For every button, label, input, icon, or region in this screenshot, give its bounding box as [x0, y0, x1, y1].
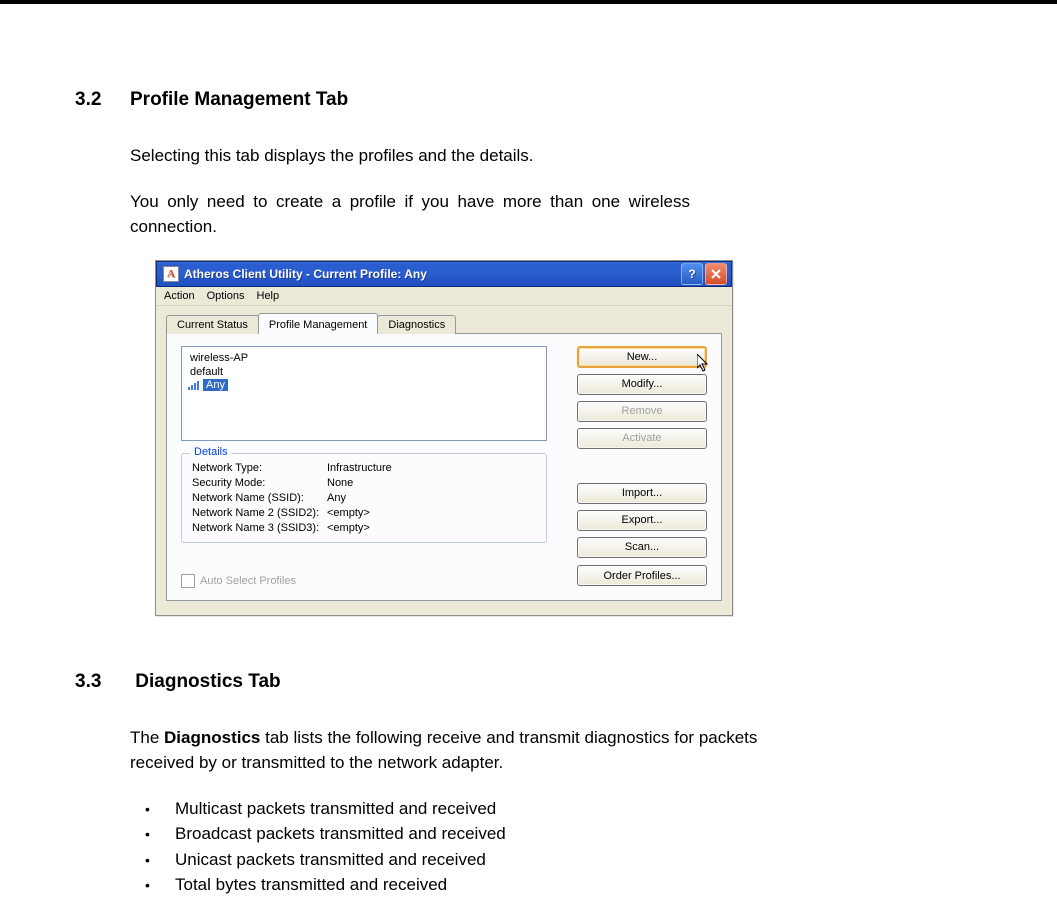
section-3-3-paragraph-1: The Diagnostics tab lists the following …	[130, 725, 770, 776]
profile-listbox[interactable]: wireless-AP default Any	[181, 346, 547, 441]
section-number: 3.2	[75, 89, 130, 111]
signal-icon	[188, 380, 201, 390]
text-run-bold: Diagnostics	[164, 728, 260, 747]
menu-action[interactable]: Action	[164, 290, 195, 302]
auto-select-checkbox[interactable]	[181, 574, 195, 588]
section-title: Diagnostics Tab	[135, 671, 280, 692]
text-run: The	[130, 728, 164, 747]
menu-help[interactable]: Help	[257, 290, 280, 302]
section-3-2-heading: 3.2Profile Management Tab	[75, 89, 957, 111]
diagnostics-list: Multicast packets transmitted and receiv…	[130, 796, 957, 898]
detail-value: Infrastructure	[327, 462, 536, 474]
section-number: 3.3	[75, 671, 130, 693]
tab-strip: Current Status Profile Management Diagno…	[166, 312, 722, 333]
auto-select-label: Auto Select Profiles	[200, 575, 296, 587]
list-item: Multicast packets transmitted and receiv…	[175, 796, 957, 822]
list-item: Unicast packets transmitted and received	[175, 847, 957, 873]
remove-button[interactable]: Remove	[577, 401, 707, 422]
close-icon	[711, 269, 721, 279]
window-title: Atheros Client Utility - Current Profile…	[184, 267, 679, 281]
detail-label: Network Name (SSID):	[192, 492, 327, 504]
detail-label: Security Mode:	[192, 477, 327, 489]
order-profiles-button[interactable]: Order Profiles...	[577, 565, 707, 586]
import-button[interactable]: Import...	[577, 483, 707, 504]
help-button[interactable]: ?	[681, 263, 703, 285]
detail-label: Network Type:	[192, 462, 327, 474]
app-icon: A	[163, 266, 179, 282]
tab-current-status[interactable]: Current Status	[166, 315, 259, 334]
atheros-dialog: A Atheros Client Utility - Current Profi…	[155, 260, 733, 616]
section-3-2-paragraph-1: Selecting this tab displays the profiles…	[130, 143, 690, 169]
list-item[interactable]: wireless-AP	[188, 351, 540, 365]
screenshot-container: A Atheros Client Utility - Current Profi…	[155, 260, 957, 616]
detail-value: None	[327, 477, 536, 489]
section-3-3-heading: 3.3 Diagnostics Tab	[75, 671, 957, 693]
window-titlebar[interactable]: A Atheros Client Utility - Current Profi…	[156, 261, 732, 287]
export-button[interactable]: Export...	[577, 510, 707, 531]
auto-select-checkbox-row: Auto Select Profiles	[181, 564, 296, 588]
section-3-2-paragraph-2: You only need to create a profile if you…	[130, 189, 690, 240]
detail-label: Network Name 3 (SSID3):	[192, 522, 327, 534]
detail-value: <empty>	[327, 522, 536, 534]
activate-button[interactable]: Activate	[577, 428, 707, 449]
list-item: Broadcast packets transmitted and receiv…	[175, 821, 957, 847]
section-title: Profile Management Tab	[130, 89, 348, 110]
menu-bar: Action Options Help	[156, 287, 732, 306]
tab-diagnostics[interactable]: Diagnostics	[377, 315, 456, 334]
menu-options[interactable]: Options	[207, 290, 245, 302]
button-spacer	[577, 455, 707, 477]
new-button[interactable]: New...	[577, 346, 707, 368]
tab-panel: wireless-AP default Any Details	[166, 333, 722, 601]
dialog-client-area: Current Status Profile Management Diagno…	[156, 306, 732, 615]
list-item[interactable]: default	[188, 365, 540, 379]
details-groupbox: Details Network Type:Infrastructure Secu…	[181, 453, 547, 543]
modify-button[interactable]: Modify...	[577, 374, 707, 395]
close-button[interactable]	[705, 263, 727, 285]
detail-value: Any	[327, 492, 536, 504]
details-legend: Details	[190, 446, 232, 458]
tab-profile-management[interactable]: Profile Management	[258, 313, 378, 334]
scan-button[interactable]: Scan...	[577, 537, 707, 558]
detail-label: Network Name 2 (SSID2):	[192, 507, 327, 519]
detail-value: <empty>	[327, 507, 536, 519]
list-item: Total bytes transmitted and received	[175, 872, 957, 898]
list-item-label: Any	[203, 379, 228, 391]
list-item[interactable]: Any	[188, 379, 540, 391]
